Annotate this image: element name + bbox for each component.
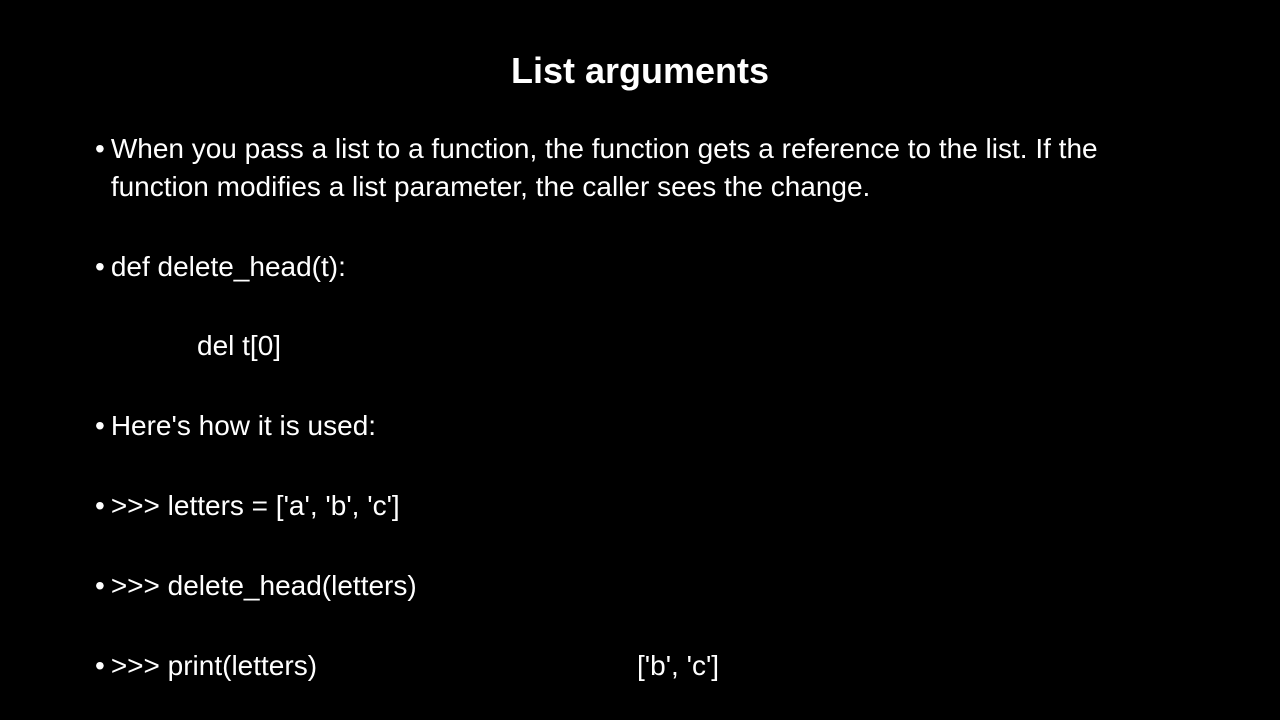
bullet-dot-icon: • <box>95 130 105 168</box>
bullet-text-1: When you pass a list to a function, the … <box>111 130 1185 206</box>
bullet-text-6: >>> print(letters) <box>111 647 317 685</box>
indented-code-line: del t[0] <box>95 327 1185 365</box>
bullet-item-4: • >>> letters = ['a', 'b', 'c'] <box>95 487 1185 525</box>
bullet-item-3: • Here's how it is used: <box>95 407 1185 445</box>
bullet-text-2: def delete_head(t): <box>111 248 346 286</box>
slide-title: List arguments <box>95 50 1185 92</box>
bullet-item-6: • >>> print(letters) ['b', 'c'] <box>95 647 1185 685</box>
bullet-item-2: • def delete_head(t): <box>95 248 1185 286</box>
bullet-dot-icon: • <box>95 647 105 685</box>
slide-container: List arguments • When you pass a list to… <box>0 0 1280 720</box>
bullet-item-1: • When you pass a list to a function, th… <box>95 130 1185 206</box>
bullet-text-5: >>> delete_head(letters) <box>111 567 417 605</box>
bullet-text-3: Here's how it is used: <box>111 407 376 445</box>
bullet-text-4: >>> letters = ['a', 'b', 'c'] <box>111 487 400 525</box>
code-output: ['b', 'c'] <box>637 647 719 685</box>
bullet-item-5: • >>> delete_head(letters) <box>95 567 1185 605</box>
bullet-dot-icon: • <box>95 567 105 605</box>
bullet-dot-icon: • <box>95 248 105 286</box>
bullet-dot-icon: • <box>95 407 105 445</box>
bullet-dot-icon: • <box>95 487 105 525</box>
